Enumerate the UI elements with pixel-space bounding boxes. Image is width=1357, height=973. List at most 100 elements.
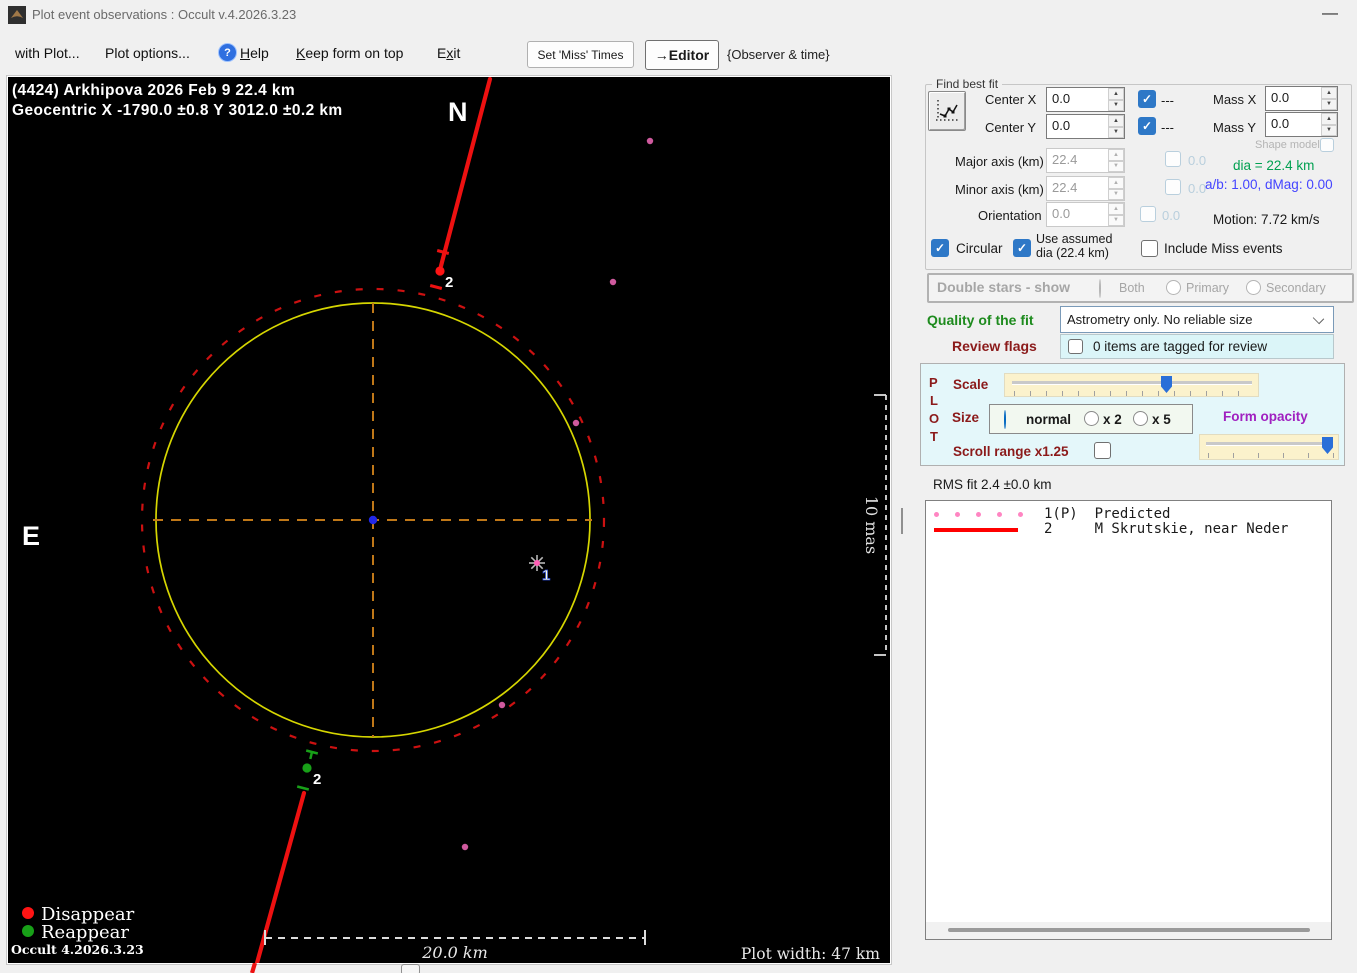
- reappear-legend-dot: [22, 925, 34, 937]
- minor-axis-label: Minor axis (km): [955, 182, 1044, 197]
- double-stars-group: Double stars - show Both Primary Seconda…: [927, 273, 1354, 303]
- center-y-spinner[interactable]: 0.0 ▲ ▼: [1046, 114, 1125, 139]
- form-opacity-slider-thumb[interactable]: [1322, 437, 1333, 454]
- quality-dropdown-value: Astrometry only. No reliable size: [1067, 312, 1253, 327]
- center-x-spinner[interactable]: 0.0 ▲ ▼: [1046, 87, 1125, 112]
- review-flags-text: 0 items are tagged for review: [1093, 339, 1268, 354]
- chord-top-errorbar-2: [429, 284, 443, 290]
- disappear-point: [435, 266, 445, 276]
- legend-row-observer-text: 2 M Skrutskie, near Neder: [1044, 521, 1289, 537]
- orientation-spinner: 0.0 ▲ ▼: [1046, 202, 1125, 227]
- predicted-path-dots: [461, 137, 654, 851]
- quality-dropdown[interactable]: Astrometry only. No reliable size: [1060, 306, 1334, 333]
- minor-axis-spinner: 22.4 ▲ ▼: [1046, 176, 1125, 201]
- double-stars-both-radio: [1099, 279, 1101, 298]
- orientation-value: 0.0: [1052, 206, 1071, 221]
- center-x-checkbox[interactable]: ✓: [1138, 90, 1156, 108]
- scroll-range-label: Scroll range x1.25: [953, 444, 1069, 459]
- editor-button[interactable]: →Editor: [645, 40, 719, 70]
- shape-model-checkbox[interactable]: [1320, 138, 1334, 152]
- plot-area[interactable]: (4424) Arkhipova 2026 Feb 9 22.4 km Geoc…: [8, 76, 890, 966]
- include-miss-checkbox[interactable]: [1141, 240, 1158, 257]
- plot-letter-l: L: [930, 393, 938, 408]
- major-axis-value: 22.4: [1052, 152, 1078, 167]
- orientation-checkbox: [1140, 206, 1156, 222]
- menu-plot-options[interactable]: Plot options...: [105, 45, 190, 61]
- reappear-point: [302, 763, 312, 773]
- circular-checkbox[interactable]: ✓: [931, 239, 949, 257]
- legend-row-observer[interactable]: 2 M Skrutskie, near Neder: [926, 517, 1331, 537]
- size-radio-group: normal x 2 x 5: [989, 404, 1193, 434]
- menu-keep-on-top[interactable]: Keep form on top: [296, 45, 403, 61]
- circular-label: Circular: [956, 241, 1003, 256]
- mass-y-spinner[interactable]: 0.0 ▲ ▼: [1265, 112, 1338, 137]
- review-flags-checkbox[interactable]: [1068, 339, 1083, 354]
- plot-letter-p: P: [929, 375, 938, 390]
- double-stars-primary-radio: [1166, 280, 1181, 295]
- help-icon-glyph: ?: [224, 46, 231, 59]
- major-axis-checkbox: [1165, 151, 1181, 167]
- dia-value-label: dia = 22.4 km: [1233, 158, 1315, 173]
- review-flags-label: Review flags: [952, 338, 1037, 354]
- double-stars-secondary-radio: [1246, 280, 1261, 295]
- title-bar: Plot event observations : Occult v.4.202…: [0, 0, 1357, 30]
- mas-scale-label: 10 mas: [862, 496, 881, 554]
- minor-axis-flag: 0.0: [1188, 181, 1207, 196]
- plot-width-label: Plot width: 47 km: [741, 945, 880, 963]
- plot-settings-panel: P L O T Scale Size normal x 2 x 5 Form o…: [920, 363, 1345, 466]
- chord-bottom-label: 2: [313, 771, 321, 788]
- legend-row-predicted[interactable]: 1(P) Predicted: [926, 501, 1331, 522]
- mass-x-spinner[interactable]: 0.0 ▲ ▼: [1265, 86, 1338, 111]
- size-x5-radio[interactable]: [1133, 411, 1148, 426]
- clipped-bottom-control[interactable]: [401, 964, 420, 973]
- plot-canvas: (4424) Arkhipova 2026 Feb 9 22.4 km Geoc…: [11, 76, 887, 966]
- quality-label: Quality of the fit: [927, 312, 1034, 328]
- menu-help[interactable]: Help: [240, 45, 269, 61]
- legend-scrollbar-thumb[interactable]: [948, 928, 1310, 932]
- plot-header-line1: (4424) Arkhipova 2026 Feb 9 22.4 km: [12, 82, 295, 99]
- find-best-fit-title: Find best fit: [932, 77, 1003, 91]
- use-assumed-checkbox[interactable]: ✓: [1013, 239, 1031, 257]
- double-stars-secondary-label: Secondary: [1266, 281, 1326, 295]
- orientation-label: Orientation: [978, 208, 1042, 223]
- set-miss-times-button[interactable]: Set 'Miss' Times: [527, 41, 634, 68]
- double-stars-title: Double stars - show: [937, 279, 1071, 295]
- menu-exit[interactable]: Exit: [437, 45, 460, 61]
- center-x-label: Center X: [985, 92, 1037, 107]
- app-icon: [8, 6, 26, 24]
- scale-label: Scale: [953, 377, 989, 392]
- plot-letter-o: O: [929, 411, 940, 426]
- star-marker-label: 1: [542, 567, 550, 584]
- shape-model-label: Shape model: [1255, 139, 1320, 151]
- occult-window: Plot event observations : Occult v.4.202…: [0, 0, 1357, 973]
- chord-exit-stub: [249, 963, 258, 973]
- help-icon[interactable]: ?: [218, 43, 237, 62]
- include-miss-label: Include Miss events: [1164, 241, 1283, 256]
- form-opacity-label: Form opacity: [1223, 409, 1308, 424]
- mass-y-value: 0.0: [1271, 116, 1290, 131]
- ab-dmag-label: a/b: 1.00, dMag: 0.00: [1205, 177, 1333, 192]
- orientation-flag: 0.0: [1162, 208, 1181, 223]
- spin-up-icon[interactable]: ▲: [1108, 88, 1124, 100]
- center-y-checkbox[interactable]: ✓: [1138, 117, 1156, 135]
- spin-down-icon[interactable]: ▼: [1108, 99, 1124, 111]
- scroll-range-checkbox[interactable]: [1094, 442, 1111, 459]
- center-x-value: 0.0: [1052, 91, 1071, 106]
- window-title: Plot event observations : Occult v.4.202…: [32, 7, 297, 22]
- size-label: Size: [952, 410, 980, 425]
- minimize-button[interactable]: —: [1322, 5, 1338, 23]
- splitter-handle[interactable]: [901, 508, 903, 534]
- fit-chart-button[interactable]: [928, 91, 966, 131]
- legend-listbox[interactable]: 1(P) Predicted 2 M Skrutskie, near Neder: [925, 500, 1332, 940]
- form-opacity-slider[interactable]: [1199, 434, 1339, 460]
- motion-label: Motion: 7.72 km/s: [1213, 212, 1320, 227]
- reappear-errorbar-T: [305, 749, 319, 760]
- legend-horizontal-scrollbar[interactable]: [926, 922, 1331, 939]
- size-x2-radio[interactable]: [1084, 411, 1099, 426]
- plot-letter-t: T: [930, 429, 938, 444]
- size-normal-radio[interactable]: [1004, 410, 1006, 429]
- menu-with-plot[interactable]: with Plot...: [15, 45, 80, 61]
- disappear-legend-dot: [22, 907, 34, 919]
- scale-slider[interactable]: [1004, 373, 1259, 397]
- double-stars-primary-label: Primary: [1186, 281, 1230, 295]
